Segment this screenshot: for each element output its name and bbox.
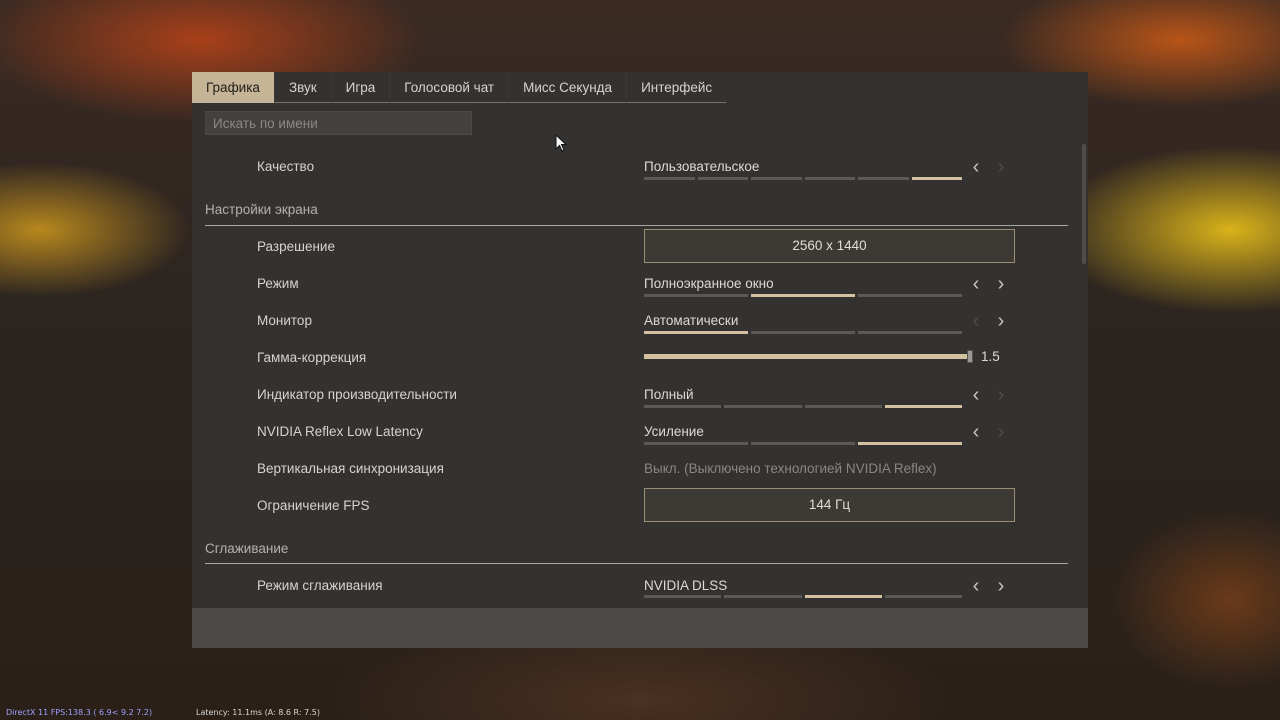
perf-indicator-segments: [644, 405, 962, 408]
quality-segment: [644, 177, 695, 180]
quality-next-arrow-icon[interactable]: ›: [993, 157, 1009, 177]
tab-miss-second[interactable]: Мисс Секунда: [508, 72, 627, 103]
section-antialiasing-title: Сглаживание: [205, 541, 289, 556]
aa-mode-segment: [884, 595, 962, 598]
quality-label: Качество: [257, 159, 315, 174]
gamma-value: 1.5: [981, 349, 1000, 364]
vsync-value: Выкл. (Выключено технологией NVIDIA Refl…: [644, 461, 937, 476]
aa-mode-segments: [644, 595, 962, 598]
perf-indicator-segment: [724, 405, 802, 408]
monitor-value: Автоматически: [644, 313, 739, 328]
mode-segment: [858, 294, 962, 297]
reflex-prev-arrow-icon[interactable]: ‹: [968, 422, 984, 442]
tab-graphics[interactable]: Графика: [192, 72, 274, 103]
resolution-label: Разрешение: [257, 239, 335, 254]
aa-mode-segment: [724, 595, 802, 598]
reflex-value: Усиление: [644, 424, 704, 439]
perf-indicator-label: Индикатор производительности: [257, 387, 457, 402]
quality-segments: [644, 177, 962, 180]
quality-value: Пользовательское: [644, 159, 760, 174]
mode-next-arrow-icon[interactable]: ›: [993, 274, 1009, 294]
aa-mode-segment: [644, 595, 722, 598]
perf-indicator-value: Полный: [644, 387, 694, 402]
aa-mode-prev-arrow-icon[interactable]: ‹: [968, 576, 984, 596]
quality-segment: [697, 177, 748, 180]
tab-voice-chat[interactable]: Голосовой чат: [389, 72, 509, 103]
monitor-label: Монитор: [257, 313, 312, 328]
aa-mode-next-arrow-icon[interactable]: ›: [993, 576, 1009, 596]
settings-panel: Графика Звук Игра Голосовой чат Мисс Сек…: [192, 72, 1088, 648]
monitor-prev-arrow-icon[interactable]: ‹: [968, 311, 984, 331]
monitor-segment: [751, 331, 855, 334]
section-divider: [205, 225, 1068, 226]
mode-prev-arrow-icon[interactable]: ‹: [968, 274, 984, 294]
perf-indicator-segment: [644, 405, 722, 408]
quality-segment: [804, 177, 855, 180]
reflex-next-arrow-icon[interactable]: ›: [993, 422, 1009, 442]
mode-segment: [644, 294, 748, 297]
quality-segment: [858, 177, 909, 180]
vsync-label: Вертикальная синхронизация: [257, 461, 444, 476]
mode-segment: [751, 294, 855, 297]
section-divider: [205, 563, 1068, 564]
perf-indicator-prev-arrow-icon[interactable]: ‹: [968, 385, 984, 405]
settings-tabs: Графика Звук Игра Голосовой чат Мисс Сек…: [192, 72, 727, 103]
latency-overlay: Latency: 11.1ms (A: 8.6 R: 7.5): [196, 708, 320, 717]
reflex-segments: [644, 442, 962, 445]
gamma-slider-thumb[interactable]: [967, 350, 973, 363]
tab-interface[interactable]: Интерфейс: [626, 72, 727, 103]
quality-prev-arrow-icon[interactable]: ‹: [968, 157, 984, 177]
aa-mode-value: NVIDIA DLSS: [644, 578, 728, 593]
monitor-segment: [858, 331, 962, 334]
aa-mode-label: Режим сглаживания: [257, 578, 383, 593]
panel-footer: [192, 608, 1088, 648]
perf-indicator-segment: [804, 405, 882, 408]
section-screen-title: Настройки экрана: [205, 202, 318, 217]
mode-segments: [644, 294, 962, 297]
monitor-next-arrow-icon[interactable]: ›: [993, 311, 1009, 331]
resolution-button[interactable]: 2560 x 1440: [644, 229, 1015, 263]
aa-mode-segment: [804, 595, 882, 598]
quality-segment: [751, 177, 802, 180]
gamma-label: Гамма-коррекция: [257, 350, 367, 365]
mouse-cursor-icon: [555, 134, 568, 152]
perf-indicator-next-arrow-icon[interactable]: ›: [993, 385, 1009, 405]
fps-limit-button[interactable]: 144 Гц: [644, 488, 1015, 522]
search-input[interactable]: [205, 111, 472, 135]
reflex-segment: [751, 442, 855, 445]
scrollbar[interactable]: [1082, 144, 1086, 264]
reflex-segment: [644, 442, 748, 445]
perf-indicator-segment: [884, 405, 962, 408]
gamma-slider-track[interactable]: [644, 354, 969, 359]
mode-label: Режим: [257, 276, 299, 291]
fps-limit-label: Ограничение FPS: [257, 498, 370, 513]
monitor-segment: [644, 331, 748, 334]
mode-value: Полноэкранное окно: [644, 276, 774, 291]
reflex-segment: [858, 442, 962, 445]
tab-game[interactable]: Игра: [330, 72, 390, 103]
fps-overlay: DirectX 11 FPS:138.3 ( 6.9< 9.2 7.2): [6, 708, 153, 717]
monitor-segments: [644, 331, 962, 334]
quality-segment: [911, 177, 962, 180]
tab-sound[interactable]: Звук: [273, 72, 331, 103]
reflex-label: NVIDIA Reflex Low Latency: [257, 424, 423, 439]
